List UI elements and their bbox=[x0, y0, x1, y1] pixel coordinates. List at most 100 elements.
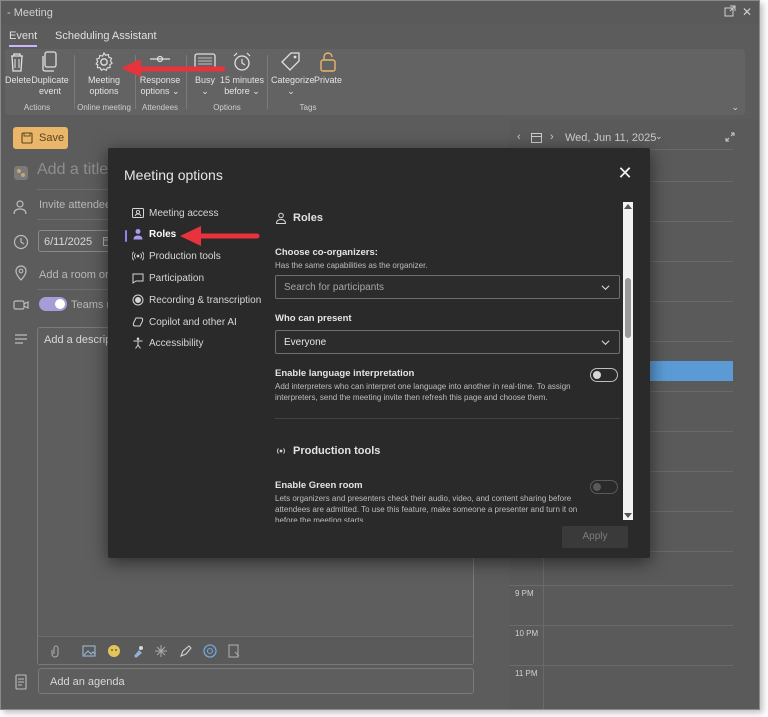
pen-icon[interactable] bbox=[179, 644, 193, 658]
popout-icon[interactable] bbox=[723, 5, 737, 19]
coorganizers-search-dropdown[interactable]: Search for participants bbox=[275, 275, 620, 299]
calendar-icon[interactable] bbox=[531, 132, 542, 143]
apply-button[interactable]: Apply bbox=[562, 526, 628, 548]
next-day-icon[interactable]: › bbox=[550, 131, 554, 143]
group-label-attendees: Attendees bbox=[141, 103, 179, 112]
image-icon[interactable] bbox=[82, 644, 96, 658]
teams-meeting-toggle[interactable] bbox=[39, 297, 67, 311]
ribbon-divider bbox=[74, 55, 75, 109]
categorize-button[interactable]: Categorize ⌄ bbox=[271, 51, 315, 97]
tab-scheduling-assistant[interactable]: Scheduling Assistant bbox=[55, 30, 157, 42]
roles-heading-text: Roles bbox=[293, 212, 323, 224]
save-button[interactable]: Save bbox=[13, 127, 68, 149]
active-nav-indicator bbox=[125, 230, 127, 242]
nav-label: Accessibility bbox=[149, 338, 204, 349]
meeting-access-icon bbox=[132, 208, 144, 218]
annotation-arrow-roles bbox=[180, 226, 260, 246]
response-label-2: options bbox=[140, 86, 170, 96]
chevron-down-icon: ⌄ bbox=[287, 86, 295, 96]
person-icon bbox=[275, 212, 287, 224]
interpretation-toggle[interactable] bbox=[590, 368, 618, 382]
save-label: Save bbox=[39, 132, 65, 144]
attendees-input[interactable]: Invite attendees bbox=[39, 199, 117, 211]
delete-button[interactable]: Delete bbox=[5, 51, 31, 86]
section-divider bbox=[275, 418, 620, 419]
dialog-content-scroll[interactable]: Roles Choose co-organizers: Has the same… bbox=[272, 202, 632, 522]
ribbon-group-actions: Delete Duplicate event Actions bbox=[5, 49, 69, 115]
expand-icon[interactable] bbox=[725, 132, 735, 142]
who-can-present-label: Who can present bbox=[275, 313, 352, 324]
category-icon[interactable] bbox=[13, 165, 29, 181]
nav-label: Copilot and other AI bbox=[149, 317, 237, 328]
save-icon bbox=[21, 132, 33, 144]
agenda-field[interactable]: Add an agenda bbox=[38, 668, 474, 694]
reminder-label-2: before bbox=[224, 86, 250, 96]
group-label-tags: Tags bbox=[299, 103, 317, 112]
previous-day-icon[interactable]: ‹ bbox=[517, 131, 521, 143]
agenda-icon bbox=[15, 674, 27, 690]
interpretation-description: Add interpreters who can interpret one l… bbox=[275, 382, 571, 402]
trash-icon bbox=[11, 53, 23, 72]
more-apps-icon[interactable] bbox=[227, 644, 241, 658]
toggle-knob bbox=[593, 483, 601, 491]
toggle-knob bbox=[55, 299, 65, 309]
close-icon[interactable]: ✕ bbox=[616, 164, 634, 182]
ribbon-expand-chevron-icon[interactable]: ⌄ bbox=[731, 102, 739, 113]
loop-icon[interactable] bbox=[203, 644, 217, 658]
group-label-options: Options bbox=[213, 103, 241, 112]
dialog-title: Meeting options bbox=[124, 167, 223, 183]
green-room-toggle[interactable] bbox=[590, 480, 618, 494]
tab-event[interactable]: Event bbox=[9, 30, 38, 47]
formatting-toolbar bbox=[38, 636, 473, 664]
broadcast-icon bbox=[277, 448, 285, 454]
accessibility-icon bbox=[133, 337, 143, 349]
broadcast-icon bbox=[132, 251, 144, 261]
chevron-down-icon[interactable]: ⌄ bbox=[655, 131, 663, 142]
private-button[interactable]: Private bbox=[313, 51, 343, 86]
format-painter-icon[interactable] bbox=[131, 644, 145, 658]
dialog-scrollbar[interactable] bbox=[623, 202, 633, 520]
private-label: Private bbox=[313, 75, 342, 85]
nav-label: Meeting access bbox=[149, 208, 219, 219]
duplicate-event-button[interactable]: Duplicate event bbox=[31, 51, 69, 97]
attendees-icon bbox=[13, 200, 27, 215]
chat-icon bbox=[132, 273, 144, 284]
search-participants-placeholder: Search for participants bbox=[284, 282, 385, 293]
ribbon: Delete Duplicate event Actions Meeting o… bbox=[5, 49, 745, 115]
scroll-up-icon[interactable] bbox=[624, 204, 632, 209]
scroll-down-icon[interactable] bbox=[624, 513, 632, 518]
attach-icon[interactable] bbox=[48, 644, 62, 658]
hour-label: 9 PM bbox=[515, 589, 534, 598]
green-room-label: Enable Green room bbox=[275, 480, 363, 491]
title-input[interactable]: Add a title bbox=[37, 161, 108, 179]
emoji-icon[interactable] bbox=[107, 644, 121, 658]
location-input[interactable]: Add a room or l bbox=[39, 269, 114, 281]
chevron-down-icon bbox=[601, 340, 610, 346]
toggle-knob bbox=[593, 371, 601, 379]
calendar-date[interactable]: Wed, Jun 11, 2025 bbox=[565, 132, 656, 144]
meeting-options-dialog: Meeting options ✕ Meeting access Roles P… bbox=[108, 148, 650, 558]
meeting-options-label-2: options bbox=[89, 86, 119, 96]
annotation-arrow-meeting-options bbox=[121, 59, 226, 77]
lock-icon bbox=[320, 52, 336, 72]
green-room-description: Lets organizers and presenters check the… bbox=[275, 494, 578, 522]
title-bar: - Meeting ✕ bbox=[1, 1, 759, 25]
nav-label: Recording & transcription bbox=[149, 295, 262, 306]
sparkle-icon[interactable] bbox=[154, 644, 168, 658]
window-title: - Meeting bbox=[7, 7, 53, 19]
person-icon bbox=[133, 229, 143, 240]
clock-icon bbox=[13, 234, 29, 250]
production-heading-text: Production tools bbox=[293, 445, 381, 457]
categorize-label: Categorize bbox=[271, 75, 315, 85]
start-date-field[interactable]: 6/11/2025 bbox=[38, 230, 116, 252]
hour-label: 10 PM bbox=[515, 629, 539, 638]
who-can-present-dropdown[interactable]: Everyone bbox=[275, 330, 620, 354]
alarm-clock-icon bbox=[233, 52, 251, 71]
ribbon-tabs: Event Scheduling Assistant bbox=[1, 25, 759, 47]
interpretation-label: Enable language interpretation bbox=[275, 368, 415, 379]
tag-icon bbox=[281, 52, 300, 71]
close-window-icon[interactable]: ✕ bbox=[740, 5, 754, 19]
hour-label: 11 PM bbox=[515, 669, 538, 678]
chevron-down-icon: ⌄ bbox=[201, 86, 209, 96]
scrollbar-thumb[interactable] bbox=[625, 278, 631, 338]
